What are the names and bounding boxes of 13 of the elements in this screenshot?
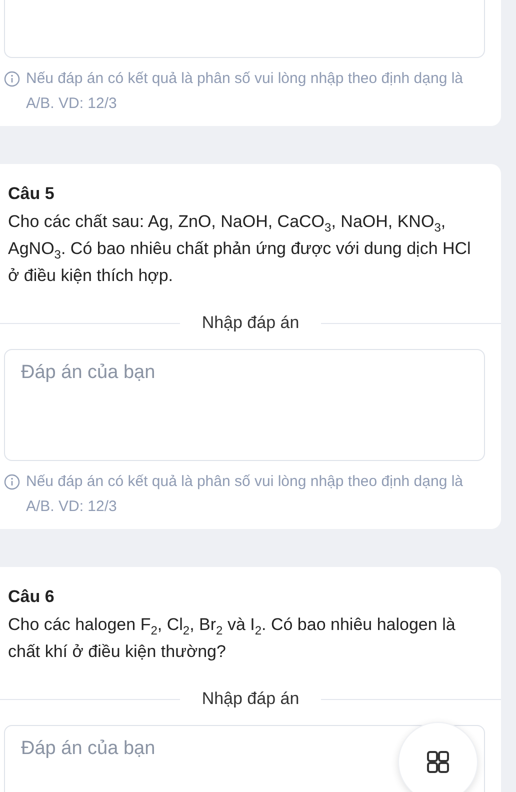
hint-text: Nếu đáp án có kết quả là phân số vui lòng nhập theo định dạng là A/B. VD: 12/3	[26, 472, 464, 517]
info-icon	[4, 71, 20, 87]
question-title: Câu 6	[7, 587, 56, 607]
question-text: Cho các chất sau: Ag, ZnO, NaOH, CaCO$_{3}$, NaOH, KNO$_{3}$, AgNO$_{3}$. Có bao nhiêu chất phản ứng được với dung dịch HCl ở điều kiện thích hợp.	[7, 211, 472, 287]
hint-text: Nếu đáp án có kết quả là phân số vui lòng nhập theo định dạng là A/B. VD: 12/3	[26, 69, 464, 114]
answer-label: Nhập đáp án	[200, 689, 300, 709]
info-icon	[4, 474, 20, 490]
answer-field[interactable]	[4, 0, 485, 58]
grid-icon	[427, 751, 449, 773]
question-title: Câu 5	[7, 184, 56, 204]
answer-label: Nhập đáp án	[200, 313, 300, 333]
question-text: Cho các halogen F$_{2}$, Cl$_{2}$, Br$_{2}$ và I$_{2}$. Có bao nhiêu halogen là chất khí ở điều kiện thường?	[7, 614, 456, 663]
answer-field[interactable]: Đáp án của bạn	[4, 349, 485, 461]
